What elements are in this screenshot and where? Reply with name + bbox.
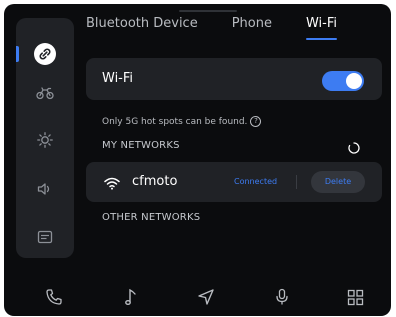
tab-bluetooth-device[interactable]: Bluetooth Device xyxy=(86,16,198,31)
network-row-cfmoto[interactable]: cfmoto Connected Delete xyxy=(86,162,382,202)
tab-label: Wi-Fi xyxy=(305,16,337,31)
dock-music-button[interactable] xyxy=(120,288,142,310)
volume-icon xyxy=(37,181,53,200)
sidebar-item-sound[interactable] xyxy=(16,171,74,209)
wifi-toggle-row: Wi-Fi xyxy=(86,58,382,100)
network-name: cfmoto xyxy=(132,174,178,189)
tab-label: Phone xyxy=(231,16,272,31)
sidebar-item-system[interactable] xyxy=(16,219,74,257)
tab-label: Bluetooth Device xyxy=(86,16,198,31)
refresh-spinner-icon[interactable] xyxy=(348,139,360,154)
sidebar-item-display[interactable] xyxy=(16,123,74,161)
tab-phone[interactable]: Phone xyxy=(232,16,272,31)
tab-wifi[interactable]: Wi-Fi xyxy=(305,16,337,40)
wifi-label: Wi-Fi xyxy=(102,71,134,86)
wifi-toggle[interactable] xyxy=(322,71,364,91)
link-icon xyxy=(34,43,56,65)
toggle-knob xyxy=(346,73,362,89)
microphone-icon xyxy=(275,288,289,310)
navigation-icon xyxy=(197,288,215,310)
settings-screen: Bluetooth Device Phone Wi-Fi Wi-Fi Only … xyxy=(4,4,391,316)
apps-grid-icon xyxy=(347,289,364,310)
motorcycle-icon xyxy=(36,85,54,104)
info-icon[interactable]: ? xyxy=(250,116,262,127)
phone-icon xyxy=(45,288,63,310)
active-tab-underline xyxy=(305,38,337,40)
bottom-dock xyxy=(4,282,391,316)
connection-tabs: Bluetooth Device Phone Wi-Fi xyxy=(86,16,371,40)
dock-voice-button[interactable] xyxy=(271,288,293,310)
my-networks-title: MY NETWORKS xyxy=(102,140,180,151)
top-drag-handle[interactable] xyxy=(179,10,237,12)
wifi-icon xyxy=(104,175,120,194)
sidebar-item-vehicle[interactable] xyxy=(16,75,74,113)
network-status: Connected xyxy=(234,177,278,186)
wifi-hint-text: Only 5G hot spots can be found. xyxy=(102,116,248,127)
brightness-icon xyxy=(37,132,53,152)
settings-sidebar xyxy=(16,18,74,258)
dock-navigation-button[interactable] xyxy=(195,288,217,310)
sidebar-item-connections[interactable] xyxy=(16,35,74,73)
settings-card-icon xyxy=(37,229,53,248)
music-icon xyxy=(124,288,138,310)
dock-phone-button[interactable] xyxy=(43,288,65,310)
wifi-hint: Only 5G hot spots can be found. ? xyxy=(102,116,262,127)
delete-network-button[interactable]: Delete xyxy=(311,171,365,193)
divider xyxy=(296,175,297,189)
other-networks-title: OTHER NETWORKS xyxy=(102,212,201,223)
dock-apps-button[interactable] xyxy=(344,288,366,310)
